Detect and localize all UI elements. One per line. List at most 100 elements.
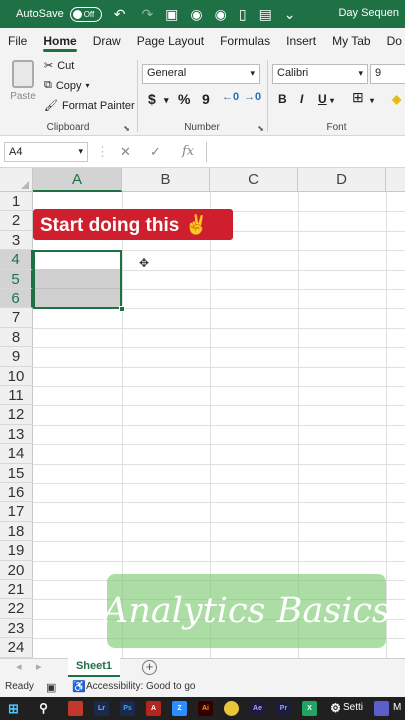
app-icon[interactable]	[68, 701, 83, 716]
percent-button[interactable]: %	[178, 91, 190, 107]
borders-icon[interactable]: ⊞	[352, 89, 364, 106]
teams-icon[interactable]	[374, 701, 389, 716]
currency-button[interactable]: $	[148, 91, 156, 107]
formula-input[interactable]	[206, 142, 405, 162]
chevron-down-icon[interactable]: ▾	[330, 96, 334, 105]
teams-task-label[interactable]: M	[393, 702, 401, 713]
name-box[interactable]: A4 ▾	[4, 142, 88, 162]
chrome-icon[interactable]	[224, 701, 239, 716]
column-header-c[interactable]: C	[210, 168, 298, 192]
row-header[interactable]: 8	[0, 327, 33, 348]
row-header[interactable]: 23	[0, 618, 33, 639]
format-painter-button[interactable]: 🖌 Format Painter	[44, 99, 135, 113]
document-icon[interactable]: ▯	[239, 7, 247, 21]
record-2-icon[interactable]: ◉	[215, 7, 227, 21]
autosave-toggle[interactable]: Off	[69, 6, 102, 22]
font-size-select[interactable]: 9	[370, 64, 405, 84]
row-header[interactable]: 2	[0, 211, 33, 231]
row-header[interactable]: 5	[0, 269, 33, 289]
scroll-left-icon[interactable]: ◂	[16, 660, 22, 673]
customize-icon[interactable]: ⌄	[284, 7, 296, 21]
chevron-down-icon[interactable]: ▾	[370, 96, 374, 105]
scroll-right-icon[interactable]: ▸	[36, 660, 42, 673]
windows-start-icon[interactable]: ⊞	[6, 701, 21, 716]
paste-button[interactable]: Paste	[8, 60, 38, 102]
row-header[interactable]: 19	[0, 541, 33, 561]
save-icon[interactable]: ▤	[259, 7, 272, 21]
row-header[interactable]: 12	[0, 405, 33, 425]
tab-draw[interactable]: Draw	[85, 28, 129, 54]
italic-button[interactable]: I	[300, 92, 303, 106]
lightroom-icon[interactable]: Lr	[94, 701, 109, 716]
tab-formulas[interactable]: Formulas	[212, 28, 278, 54]
cancel-icon[interactable]: ✕	[120, 144, 131, 160]
chevron-down-icon[interactable]: ▾	[164, 95, 169, 106]
row-header[interactable]: 7	[0, 308, 33, 328]
row-header[interactable]: 15	[0, 463, 33, 483]
accessibility-status[interactable]: Accessibility: Good to go	[86, 681, 196, 692]
number-format-select[interactable]: General ▾	[142, 64, 260, 84]
row-header[interactable]: 11	[0, 386, 33, 406]
column-header-d[interactable]: D	[298, 168, 386, 192]
macro-recorder-icon[interactable]: ▣	[46, 681, 56, 694]
redo-icon[interactable]: ↷	[141, 7, 153, 21]
row-header[interactable]: 24	[0, 638, 33, 658]
accessibility-icon[interactable]: ♿	[72, 680, 86, 693]
add-sheet-button[interactable]: +	[142, 660, 157, 675]
settings-task-label[interactable]: Setti	[343, 702, 363, 713]
select-all-button[interactable]	[0, 168, 33, 192]
excel-icon[interactable]: X	[302, 701, 317, 716]
bold-button[interactable]: B	[278, 92, 287, 106]
chevron-down-icon: ▾	[85, 81, 90, 90]
enter-icon[interactable]: ✓	[150, 144, 161, 160]
column-header-a[interactable]: A	[33, 168, 122, 192]
illustrator-icon[interactable]: Ai	[198, 701, 213, 716]
font-name-select[interactable]: Calibri ▾	[272, 64, 368, 84]
gear-icon[interactable]: ⚙	[328, 701, 343, 716]
column-header-b[interactable]: B	[122, 168, 210, 192]
copy-button[interactable]: ⧉ Copy ▾	[44, 79, 90, 92]
row-header[interactable]: 20	[0, 560, 33, 580]
tab-do[interactable]: Do	[379, 28, 405, 54]
tab-insert[interactable]: Insert	[278, 28, 324, 54]
underline-button[interactable]: U	[318, 92, 327, 106]
tab-my-tab[interactable]: My Tab	[324, 28, 378, 54]
row-header[interactable]: 22	[0, 599, 33, 619]
camera-icon[interactable]: ▣	[165, 7, 178, 21]
row-header[interactable]: 14	[0, 444, 33, 464]
undo-icon[interactable]: ↶	[114, 7, 126, 21]
tab-page-layout[interactable]: Page Layout	[129, 28, 212, 54]
record-icon[interactable]: ◉	[190, 7, 202, 21]
selection-outline[interactable]	[33, 250, 122, 309]
search-icon[interactable]: ⚲	[36, 701, 51, 716]
row-header[interactable]: 3	[0, 230, 33, 251]
dialog-launcher-icon[interactable]: ⬊	[123, 124, 130, 133]
row-header[interactable]: 9	[0, 347, 33, 367]
row-header[interactable]: 6	[0, 289, 33, 309]
after-effects-icon[interactable]: Ae	[250, 701, 265, 716]
zoom-icon[interactable]: Z	[172, 701, 187, 716]
tab-file[interactable]: File	[0, 28, 35, 54]
photoshop-icon[interactable]: Ps	[120, 701, 135, 716]
sheet-tab-sheet1[interactable]: Sheet1	[68, 658, 120, 677]
cut-button[interactable]: ✂ Cut	[44, 59, 74, 73]
row-header[interactable]: 17	[0, 502, 33, 522]
insert-function-icon[interactable]: fx	[182, 144, 194, 159]
row-header[interactable]: 1	[0, 192, 33, 212]
fill-color-icon[interactable]: ◈	[392, 92, 401, 106]
row-header[interactable]: 10	[0, 366, 33, 386]
premiere-icon[interactable]: Pr	[276, 701, 291, 716]
row-header[interactable]: 16	[0, 483, 33, 503]
row-header[interactable]: 21	[0, 580, 33, 600]
decrease-decimal-icon[interactable]: →0	[244, 91, 261, 103]
acrobat-icon[interactable]: A	[146, 701, 161, 716]
dialog-launcher-icon[interactable]: ⬊	[257, 124, 264, 133]
row-gridline	[33, 327, 405, 329]
fill-handle[interactable]	[119, 306, 125, 312]
tab-home[interactable]: Home	[35, 28, 84, 54]
row-header[interactable]: 4	[0, 250, 33, 270]
row-header[interactable]: 13	[0, 424, 33, 445]
row-header[interactable]: 18	[0, 521, 33, 542]
increase-decimal-icon[interactable]: ←0	[222, 91, 239, 103]
comma-button[interactable]: 9	[202, 91, 210, 107]
